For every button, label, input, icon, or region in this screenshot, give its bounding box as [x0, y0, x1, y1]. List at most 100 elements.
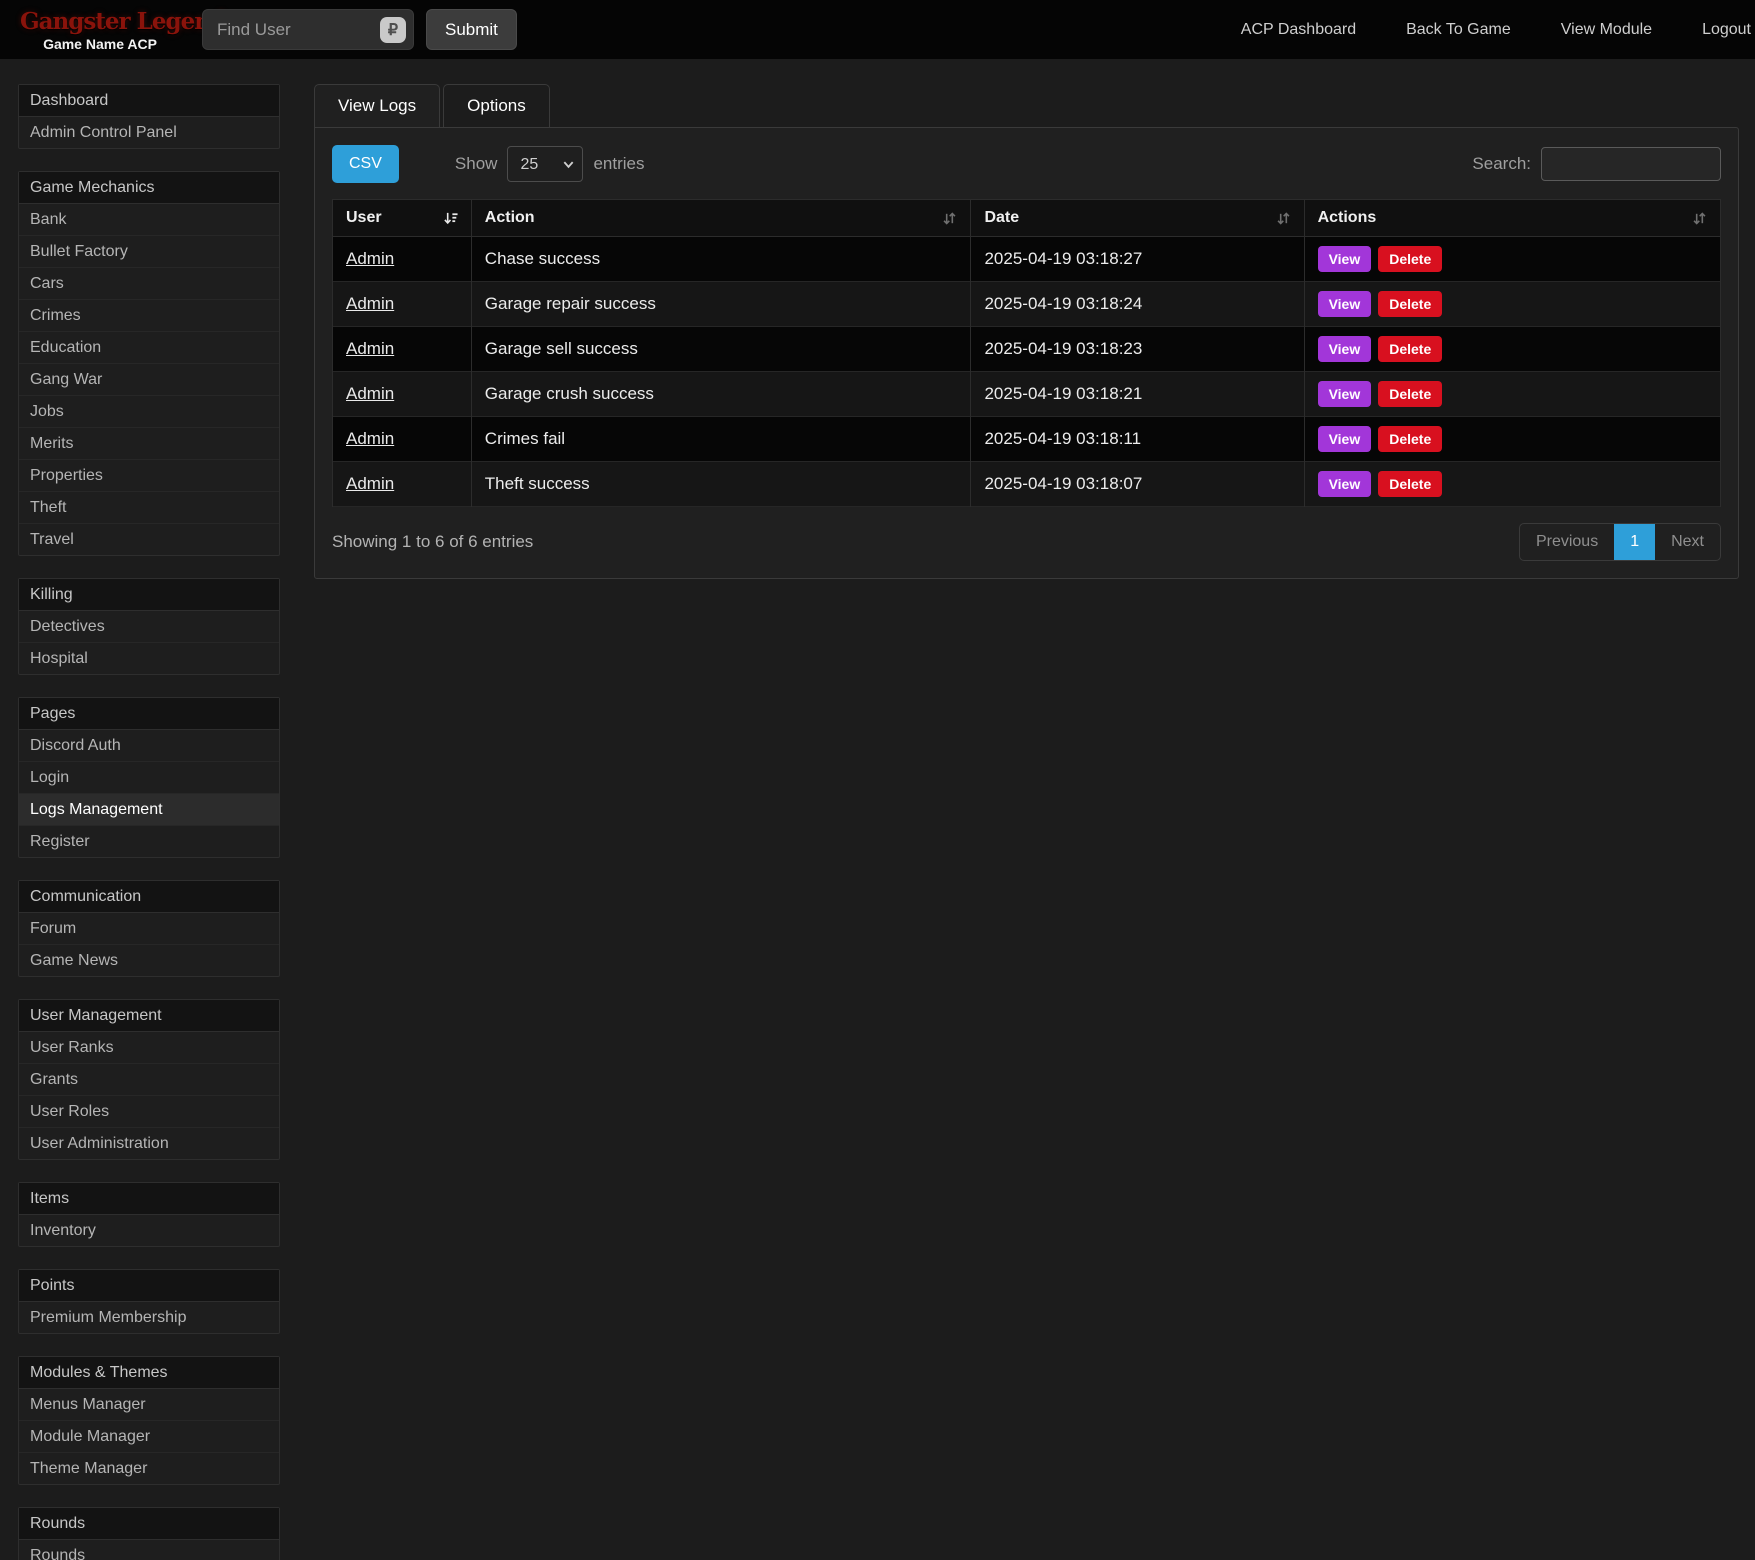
user-link[interactable]: Admin	[346, 429, 394, 448]
date-cell: 2025-04-19 03:18:11	[971, 417, 1304, 462]
action-cell: Crimes fail	[471, 417, 971, 462]
sidebar-item-jobs[interactable]: Jobs	[19, 396, 279, 428]
delete-button[interactable]: Delete	[1378, 381, 1442, 407]
sidebar-item-logs-management[interactable]: Logs Management	[19, 794, 279, 826]
action-cell: Theft success	[471, 462, 971, 507]
user-cell: Admin	[333, 237, 472, 282]
user-link[interactable]: Admin	[346, 339, 394, 358]
column-label: Action	[485, 209, 535, 227]
column-header-date[interactable]: Date	[971, 200, 1304, 237]
user-link[interactable]: Admin	[346, 249, 394, 268]
user-cell: Admin	[333, 372, 472, 417]
search-input[interactable]	[1541, 147, 1721, 181]
delete-button[interactable]: Delete	[1378, 291, 1442, 317]
sidebar-item-premium-membership[interactable]: Premium Membership	[19, 1302, 279, 1333]
action-cell: Chase success	[471, 237, 971, 282]
date-cell: 2025-04-19 03:18:07	[971, 462, 1304, 507]
actions-cell: ViewDelete	[1304, 237, 1720, 282]
sidebar-item-merits[interactable]: Merits	[19, 428, 279, 460]
previous-page-button[interactable]: Previous	[1520, 524, 1614, 560]
tabs: View Logs Options	[314, 84, 1739, 127]
delete-button[interactable]: Delete	[1378, 246, 1442, 272]
nav-acp-dashboard[interactable]: ACP Dashboard	[1241, 21, 1356, 39]
csv-export-button[interactable]: CSV	[332, 145, 399, 183]
column-header-user[interactable]: User	[333, 200, 472, 237]
sidebar-item-user-ranks[interactable]: User Ranks	[19, 1032, 279, 1064]
sidebar-section-title: Items	[19, 1183, 279, 1215]
sidebar-item-gang-war[interactable]: Gang War	[19, 364, 279, 396]
sidebar-item-inventory[interactable]: Inventory	[19, 1215, 279, 1246]
sidebar-item-crimes[interactable]: Crimes	[19, 300, 279, 332]
user-link[interactable]: Admin	[346, 474, 394, 493]
page-size-select-wrap: 25	[507, 146, 583, 182]
nav-back-to-game[interactable]: Back To Game	[1406, 21, 1511, 39]
page-size-select[interactable]: 25	[507, 146, 583, 182]
sort-icon	[1692, 211, 1707, 226]
delete-button[interactable]: Delete	[1378, 426, 1442, 452]
logo-subtitle: Game Name ACP	[20, 36, 180, 52]
sidebar-item-bullet-factory[interactable]: Bullet Factory	[19, 236, 279, 268]
sidebar-item-hospital[interactable]: Hospital	[19, 643, 279, 674]
tab-view-logs[interactable]: View Logs	[314, 84, 440, 127]
sidebar-item-discord-auth[interactable]: Discord Auth	[19, 730, 279, 762]
nav-logout[interactable]: Logout	[1702, 21, 1751, 39]
user-link[interactable]: Admin	[346, 294, 394, 313]
sidebar-section-points: PointsPremium Membership	[18, 1269, 280, 1334]
date-cell: 2025-04-19 03:18:24	[971, 282, 1304, 327]
user-cell: Admin	[333, 462, 472, 507]
topbar: Gangster Legends Game Name ACP ₽ Submit …	[0, 0, 1755, 59]
sidebar-item-user-roles[interactable]: User Roles	[19, 1096, 279, 1128]
table-row: AdminGarage repair success2025-04-19 03:…	[333, 282, 1721, 327]
sidebar-item-user-administration[interactable]: User Administration	[19, 1128, 279, 1159]
sidebar-item-theme-manager[interactable]: Theme Manager	[19, 1453, 279, 1484]
column-header-actions[interactable]: Actions	[1304, 200, 1720, 237]
logo[interactable]: Gangster Legends Game Name ACP	[20, 8, 180, 52]
sidebar-item-grants[interactable]: Grants	[19, 1064, 279, 1096]
sidebar-item-detectives[interactable]: Detectives	[19, 611, 279, 643]
sidebar-item-admin-control-panel[interactable]: Admin Control Panel	[19, 117, 279, 148]
sidebar-item-bank[interactable]: Bank	[19, 204, 279, 236]
column-header-action[interactable]: Action	[471, 200, 971, 237]
sidebar-item-forum[interactable]: Forum	[19, 913, 279, 945]
view-button[interactable]: View	[1318, 336, 1372, 362]
view-button[interactable]: View	[1318, 381, 1372, 407]
sidebar-item-theft[interactable]: Theft	[19, 492, 279, 524]
delete-button[interactable]: Delete	[1378, 471, 1442, 497]
user-link[interactable]: Admin	[346, 384, 394, 403]
date-cell: 2025-04-19 03:18:21	[971, 372, 1304, 417]
sidebar-item-rounds[interactable]: Rounds	[19, 1540, 279, 1560]
sidebar-item-register[interactable]: Register	[19, 826, 279, 857]
nav-view-module[interactable]: View Module	[1561, 21, 1652, 39]
submit-button[interactable]: Submit	[426, 9, 517, 50]
tab-options[interactable]: Options	[443, 84, 550, 127]
search-label: Search:	[1472, 154, 1531, 174]
sidebar-item-menus-manager[interactable]: Menus Manager	[19, 1389, 279, 1421]
sidebar-section-title: User Management	[19, 1000, 279, 1032]
sidebar-item-login[interactable]: Login	[19, 762, 279, 794]
sidebar-item-game-news[interactable]: Game News	[19, 945, 279, 976]
sidebar-item-module-manager[interactable]: Module Manager	[19, 1421, 279, 1453]
view-button[interactable]: View	[1318, 291, 1372, 317]
sidebar-item-education[interactable]: Education	[19, 332, 279, 364]
view-button[interactable]: View	[1318, 246, 1372, 272]
view-button[interactable]: View	[1318, 426, 1372, 452]
action-cell: Garage crush success	[471, 372, 971, 417]
column-label: Date	[984, 209, 1019, 227]
next-page-button[interactable]: Next	[1655, 524, 1720, 560]
sidebar-item-cars[interactable]: Cars	[19, 268, 279, 300]
sidebar-section-title: Points	[19, 1270, 279, 1302]
page-1-button[interactable]: 1	[1614, 524, 1655, 560]
main-content: View Logs Options CSV Show 25 entries	[314, 84, 1739, 579]
sort-amount-desc-icon	[443, 211, 458, 226]
sidebar-item-travel[interactable]: Travel	[19, 524, 279, 555]
sidebar-section-dashboard: DashboardAdmin Control Panel	[18, 84, 280, 149]
sidebar-item-properties[interactable]: Properties	[19, 460, 279, 492]
sidebar-section-title: Modules & Themes	[19, 1357, 279, 1389]
column-label: Actions	[1318, 209, 1377, 227]
actions-cell: ViewDelete	[1304, 462, 1720, 507]
sidebar-section-title: Game Mechanics	[19, 172, 279, 204]
sidebar-section-user-management: User ManagementUser RanksGrantsUser Role…	[18, 999, 280, 1160]
delete-button[interactable]: Delete	[1378, 336, 1442, 362]
sidebar-section-title: Communication	[19, 881, 279, 913]
view-button[interactable]: View	[1318, 471, 1372, 497]
